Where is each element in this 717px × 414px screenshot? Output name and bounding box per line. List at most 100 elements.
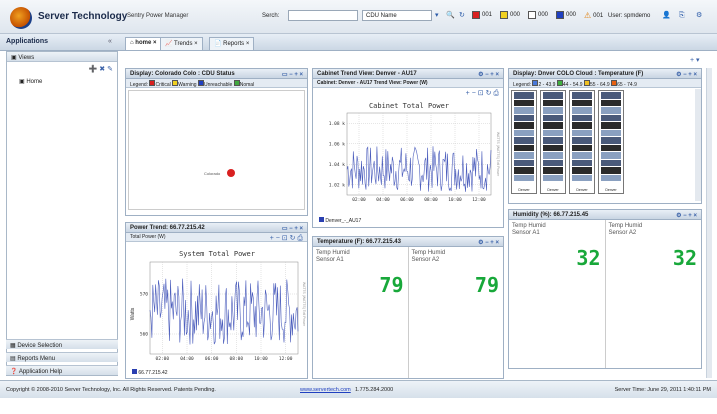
widget-cabinet-trend: Cabinet Trend View: Denver - AU17 ⚙ − + ×… (312, 68, 504, 228)
chart-toolbar[interactable]: + − ⊡ ↻ ⎙ (270, 234, 303, 241)
dcloud-legend: Legend: 2 - 43.9 44 - 54.9 55 - 64.9 65 … (509, 79, 701, 88)
refresh-chart-icon[interactable]: ↻ (486, 90, 492, 97)
rack-unit (572, 129, 592, 136)
rack-thumbnail[interactable]: Denver (569, 90, 595, 194)
rack-unit (572, 137, 592, 144)
help-icon[interactable]: ⚙ (696, 10, 702, 21)
vertical-scrollbar[interactable] (695, 89, 701, 201)
widget-title: Display: Colorado Colo : CDU Status ▭ − +… (126, 69, 307, 79)
nav-application-help[interactable]: ❓ Application Help (6, 365, 118, 375)
rack-thumbnail[interactable]: Denver (540, 90, 566, 194)
widget-title: Power Trend: 66.77.215.42 ▭ − + × (126, 223, 307, 233)
rack-unit (514, 152, 534, 159)
rack-unit (543, 159, 563, 166)
widget-controls[interactable]: ⚙ − + × (478, 71, 499, 78)
zoom-in-icon[interactable]: + (466, 90, 470, 97)
rack-unit (601, 174, 621, 181)
user-label: User: spmdemo (608, 13, 651, 19)
chart-title: System Total Power (179, 250, 255, 258)
rack-unit (514, 99, 534, 106)
applications-label: Applications (6, 38, 49, 45)
dropdown-icon[interactable]: ▾ (435, 10, 439, 21)
website-link[interactable]: www.servertech.com (300, 387, 351, 393)
widget-controls[interactable]: ⚙ − + × (676, 212, 697, 219)
x-tick-label: 06:00 (205, 356, 219, 362)
search-input[interactable] (288, 10, 358, 21)
rack-unit (601, 122, 621, 129)
brand-name: Server Technology (38, 11, 128, 22)
rack-label: Denver (605, 188, 617, 192)
status-critical[interactable]: 001 (472, 11, 492, 19)
colo-legend: Legend: Critical Warning Unreachable Nom… (126, 79, 307, 88)
widget-humidity: Humidity (%): 66.77.215.45 ⚙ − + × Temp H… (508, 209, 702, 369)
widget-controls[interactable]: ⚙ − + × (676, 71, 697, 78)
rack-unit (572, 99, 592, 106)
rack-unit (514, 167, 534, 174)
humidity-sensors: Temp Humid Sensor A1 32 Temp Humid Senso… (509, 220, 701, 368)
x-tick-label: 02:00 (156, 356, 170, 362)
status-alert[interactable]: ⚠ 001 (584, 11, 603, 20)
critical-icon (472, 11, 480, 19)
rack-label: Denver (518, 188, 530, 192)
logout-icon[interactable]: ⎘ (679, 10, 685, 21)
legend-swatch (319, 217, 324, 222)
y-tick-label: 560 (140, 332, 148, 338)
widget-title: Display: Dnver COLO Cloud : Temperature … (509, 69, 701, 79)
zoom-box-icon[interactable]: ⊡ (478, 90, 484, 97)
nav-reports-menu[interactable]: ▤ Reports Menu (6, 352, 118, 362)
rack-unit (514, 174, 534, 181)
widget-controls[interactable]: ⚙ − + × (478, 239, 499, 246)
add-widget-icon[interactable]: + ▾ (690, 56, 700, 64)
search-field-select[interactable]: CDU Name (362, 10, 432, 21)
zoom-out-icon[interactable]: − (472, 90, 476, 97)
widget-controls[interactable]: ▭ − + × (282, 225, 303, 232)
nav-device-selection[interactable]: ▦ Device Selection (6, 339, 118, 349)
temp-sensor-a1: Temp Humid Sensor A1 79 (313, 247, 409, 378)
status-info[interactable]: 000 (528, 11, 548, 19)
rack-unit (572, 107, 592, 114)
rack-thumbnail[interactable]: Denver (511, 90, 537, 194)
widget-controls[interactable]: ▭ − + × (282, 71, 303, 78)
y-tick-label: 1.06 k (329, 141, 346, 147)
widget-title: Humidity (%): 66.77.215.45 ⚙ − + × (509, 210, 701, 220)
rack-unit (601, 129, 621, 136)
rack-unit (601, 159, 621, 166)
main-scrollbar[interactable] (706, 68, 712, 378)
colo-marker[interactable] (227, 169, 235, 177)
rack-thumbnail[interactable]: Denver (598, 90, 624, 194)
refresh-icon[interactable]: ↻ (459, 10, 465, 21)
search-icon[interactable]: 🔍 (446, 10, 455, 21)
chart-legend: Denver_-_AU17 (319, 217, 361, 224)
tab-reports[interactable]: 📄 Reports × (209, 37, 255, 50)
delete-view-icon[interactable]: ✖ (99, 66, 105, 73)
user-icon[interactable]: 👤 (662, 10, 671, 21)
view-item-home[interactable]: ▣ Home (7, 76, 117, 87)
rack-unit (601, 114, 621, 121)
rack-unit (572, 144, 592, 151)
rack-unit (572, 114, 592, 121)
x-tick-label: 06:00 (400, 197, 414, 203)
status-unreachable[interactable]: 000 (556, 11, 576, 19)
edit-view-icon[interactable]: ✎ (107, 66, 113, 73)
x-tick-label: 02:00 (352, 197, 366, 203)
widget-subtitle: Cabinet: Denver - AU17 Trend View: Power… (313, 79, 503, 88)
chart-ylabel: Watts (130, 307, 136, 320)
views-header[interactable]: ▣ Views (7, 52, 117, 62)
collapse-icon[interactable]: « (108, 38, 112, 45)
status-warning[interactable]: 000 (500, 11, 520, 19)
print-icon[interactable]: ⎙ (493, 90, 499, 97)
temp-sensor-a2: Temp Humid Sensor A2 79 (411, 250, 500, 297)
tab-trends[interactable]: 📈 Trends × (160, 37, 203, 50)
rack-unit (601, 99, 621, 106)
y-tick-label: 1.02 k (329, 182, 346, 188)
x-tick-label: 12:00 (472, 197, 486, 203)
chart-legend: 66.77.215.42 (132, 369, 168, 376)
add-view-icon[interactable]: ➕ (89, 66, 98, 73)
rack-unit (572, 174, 592, 181)
colo-map: Colorado (128, 90, 305, 210)
widget-colo-status: Display: Colorado Colo : CDU Status ▭ − +… (125, 68, 308, 216)
legend-swatch (132, 369, 137, 374)
info-icon (528, 11, 536, 19)
tab-home[interactable]: ⌂ home × (125, 37, 162, 50)
rack-unit (543, 122, 563, 129)
